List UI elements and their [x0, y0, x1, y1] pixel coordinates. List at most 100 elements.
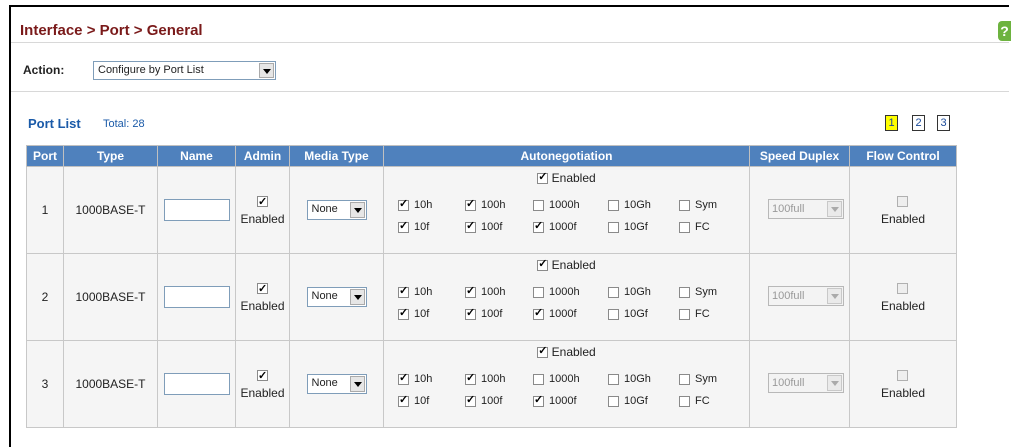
checkbox[interactable]: [465, 219, 476, 233]
checkbox[interactable]: [465, 306, 476, 320]
autoneg-cap-10gf[interactable]: 10Gf: [608, 395, 648, 407]
autoneg-cap-label: 100h: [481, 199, 506, 211]
checkbox[interactable]: [533, 373, 544, 385]
action-select[interactable]: Configure by Port List: [93, 61, 276, 80]
autoneg-enabled[interactable]: Enabled: [384, 170, 749, 185]
chevron-down-icon[interactable]: [349, 376, 365, 392]
autoneg-cap-fc[interactable]: FC: [679, 395, 710, 407]
checkbox[interactable]: [398, 306, 409, 320]
autoneg-enabled-checkbox[interactable]: [537, 170, 549, 185]
checkbox[interactable]: [679, 308, 690, 320]
autoneg-cap-1000f[interactable]: 1000f: [533, 393, 577, 407]
port-name-input[interactable]: [163, 199, 230, 221]
checkbox[interactable]: [608, 199, 619, 211]
page-link-3[interactable]: 3: [937, 115, 950, 131]
autoneg-enabled[interactable]: Enabled: [384, 344, 749, 359]
autoneg-cap-label: 100h: [481, 286, 506, 298]
checkbox[interactable]: [533, 306, 544, 320]
checkbox[interactable]: [608, 395, 619, 407]
autoneg-cap-sym[interactable]: Sym: [679, 199, 717, 211]
checkbox[interactable]: [608, 221, 619, 233]
autoneg-cap-10f[interactable]: 10f: [398, 219, 430, 233]
autoneg-cap-1000h[interactable]: 1000h: [533, 286, 580, 298]
autoneg-enabled-checkbox[interactable]: [537, 344, 549, 359]
autoneg-cap-100h[interactable]: 100h: [465, 284, 506, 298]
autoneg-cap-fc[interactable]: FC: [679, 221, 710, 233]
checkbox[interactable]: [533, 286, 544, 298]
chevron-down-icon: [827, 375, 842, 391]
autoneg-cap-100f[interactable]: 100f: [465, 393, 502, 407]
autoneg-cap-100h[interactable]: 100h: [465, 197, 506, 211]
autoneg-cap-10f[interactable]: 10f: [398, 306, 429, 320]
autoneg-cap-100f[interactable]: 100f: [465, 306, 503, 320]
media-type-select[interactable]: None: [306, 287, 367, 307]
checkbox[interactable]: [533, 393, 544, 407]
autoneg-cap-fc[interactable]: FC: [679, 308, 710, 320]
checkbox[interactable]: [679, 221, 690, 233]
autoneg-enabled-checkbox[interactable]: [537, 257, 549, 272]
autoneg-cap-sym[interactable]: Sym: [679, 373, 717, 385]
autoneg-cap-1000f[interactable]: 1000f: [533, 306, 577, 320]
admin-enabled-checkbox[interactable]: [256, 193, 268, 211]
checkbox[interactable]: [465, 393, 476, 407]
checkbox[interactable]: [608, 373, 619, 385]
flow-control-checkbox[interactable]: [897, 283, 909, 295]
checkbox[interactable]: [608, 286, 619, 298]
autoneg-cap-1000f[interactable]: 1000f: [533, 219, 577, 233]
checkbox[interactable]: [679, 286, 690, 298]
checkbox[interactable]: [608, 308, 619, 320]
autoneg-cap-10f[interactable]: 10f: [398, 393, 429, 407]
admin-enabled-checkbox[interactable]: [256, 280, 268, 298]
checkbox[interactable]: [679, 199, 690, 211]
checkbox[interactable]: [398, 393, 409, 407]
checkbox[interactable]: [679, 395, 690, 407]
checkbox[interactable]: [465, 197, 476, 211]
checkbox[interactable]: [398, 219, 409, 233]
autoneg-cap-10gh[interactable]: 10Gh: [608, 373, 651, 385]
autoneg-cap-10gf[interactable]: 10Gf: [608, 221, 648, 233]
media-type-select[interactable]: None: [306, 374, 367, 394]
autoneg-cap-1000h[interactable]: 1000h: [533, 373, 580, 385]
flow-control-cell: Enabled: [849, 340, 957, 428]
checkbox[interactable]: [679, 373, 690, 385]
page-link-2[interactable]: 2: [912, 115, 925, 131]
col-header-autonegotiation: Autonegotiation: [383, 145, 750, 167]
col-header-flow-control: Flow Control: [849, 145, 957, 167]
autoneg-cap-label: 10f: [414, 221, 430, 233]
port-name-input[interactable]: [163, 373, 230, 395]
autoneg-cap-label: 100f: [481, 308, 503, 320]
flow-control-checkbox[interactable]: [897, 370, 909, 382]
autoneg-cap-100h[interactable]: 100h: [465, 371, 505, 385]
admin-enabled-label: Enabled: [240, 386, 285, 400]
autoneg-cap-10gh[interactable]: 10Gh: [608, 286, 651, 298]
chevron-down-icon[interactable]: [349, 202, 365, 218]
checkbox[interactable]: [533, 199, 544, 211]
autoneg-cap-10h[interactable]: 10h: [398, 284, 432, 298]
checkbox[interactable]: [465, 371, 476, 385]
autoneg-cap-10h[interactable]: 10h: [398, 371, 432, 385]
admin-enabled-label: Enabled: [240, 212, 285, 226]
autoneg-cap-10gf[interactable]: 10Gf: [608, 308, 648, 320]
autoneg-cap-10gh[interactable]: 10Gh: [608, 199, 651, 211]
media-type-select[interactable]: None: [306, 200, 367, 220]
name-cell: [157, 340, 236, 428]
autoneg-cap-100f[interactable]: 100f: [465, 219, 502, 233]
chevron-down-icon[interactable]: [349, 289, 365, 305]
checkbox[interactable]: [398, 197, 409, 211]
port-name-input[interactable]: [163, 286, 230, 308]
admin-enabled-checkbox[interactable]: [256, 367, 268, 385]
checkbox[interactable]: [398, 371, 409, 385]
flow-control-checkbox[interactable]: [897, 196, 909, 208]
autoneg-cap-10h[interactable]: 10h: [398, 197, 432, 211]
checkbox[interactable]: [533, 219, 544, 233]
autoneg-cap-1000h[interactable]: 1000h: [533, 199, 580, 211]
help-icon[interactable]: ?: [998, 21, 1011, 41]
autonegotiation-cell: Enabled 10h 100h 1000h 10Gh Sym 10f 100f 1000f 10…: [383, 166, 750, 254]
checkbox[interactable]: [465, 284, 476, 298]
autoneg-cap-label: 10Gh: [624, 373, 651, 385]
autoneg-cap-sym[interactable]: Sym: [679, 286, 717, 298]
autoneg-enabled[interactable]: Enabled: [384, 257, 749, 272]
page-link-1[interactable]: 1: [885, 115, 898, 131]
chevron-down-icon[interactable]: [259, 63, 274, 78]
checkbox[interactable]: [398, 284, 409, 298]
